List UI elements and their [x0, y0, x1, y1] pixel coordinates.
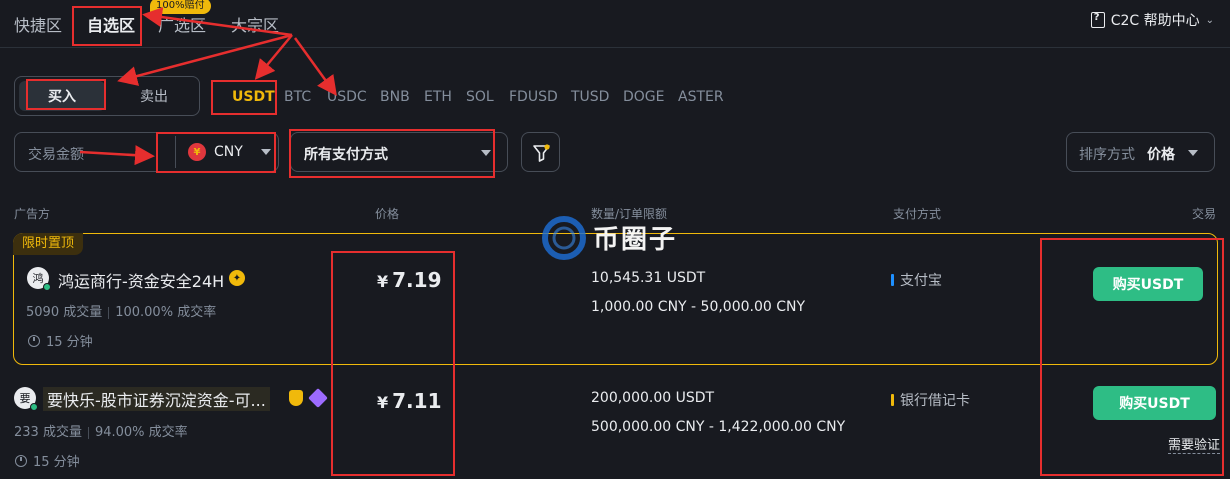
annotation-arrows	[79, 7, 337, 166]
